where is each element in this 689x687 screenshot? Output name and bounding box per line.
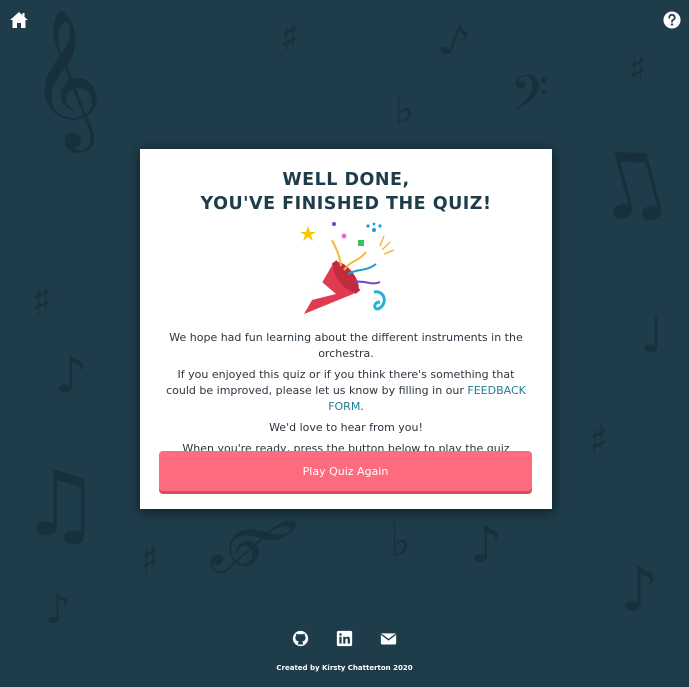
sharp-icon: ♯: [32, 276, 53, 325]
credit-text: Created by Kirsty Chatterton 2020: [276, 664, 413, 672]
title-line-2: YOU'VE FINISHED THE QUIZ!: [200, 194, 492, 214]
bass-clef-icon: 𝄢: [510, 65, 549, 135]
eighth-note-icon: ♪: [470, 516, 502, 574]
feedback-message: If you enjoyed this quiz or if you think…: [164, 367, 528, 415]
feedback-punctuation: .: [360, 400, 364, 413]
sharp-icon: ♯: [628, 47, 647, 91]
flat-icon: ♭: [390, 516, 411, 567]
eighth-note-icon: ♪: [432, 12, 477, 71]
title-line-1: WELL DONE,: [282, 170, 410, 190]
sharp-icon: ♯: [280, 15, 300, 61]
eighth-note-icon: ♪: [45, 587, 71, 633]
eighth-note-icon: ♪: [620, 555, 659, 625]
play-quiz-again-button[interactable]: Play Quiz Again: [159, 451, 532, 491]
quiz-complete-modal: WELL DONE, YOU'VE FINISHED THE QUIZ! We …: [140, 149, 552, 509]
sharp-icon: ♯: [140, 537, 160, 583]
flat-icon: ♭: [395, 87, 414, 133]
help-icon[interactable]: [663, 11, 681, 29]
envelope-icon[interactable]: [380, 630, 397, 647]
treble-clef-icon: 𝄞: [16, 4, 111, 155]
eighth-note-icon: ♪: [55, 346, 87, 404]
treble-clef-icon: 𝄞: [201, 496, 307, 584]
beamed-note-icon: ♫: [577, 123, 683, 246]
fun-message: We hope had fun learning about the diffe…: [169, 331, 523, 360]
feedback-text: If you enjoyed this quiz or if you think…: [166, 368, 515, 397]
party-popper-icon: [300, 222, 395, 314]
linkedin-icon[interactable]: [336, 630, 353, 647]
github-icon[interactable]: [292, 630, 309, 647]
hear-message: We'd love to hear from you!: [269, 421, 423, 434]
beamed-note-icon: ♫: [20, 452, 101, 557]
modal-title: WELL DONE, YOU'VE FINISHED THE QUIZ!: [140, 168, 552, 216]
social-links: [0, 630, 689, 651]
home-icon[interactable]: [9, 10, 29, 30]
quarter-note-icon: ♩: [640, 306, 664, 364]
sharp-icon: ♯: [588, 416, 609, 465]
